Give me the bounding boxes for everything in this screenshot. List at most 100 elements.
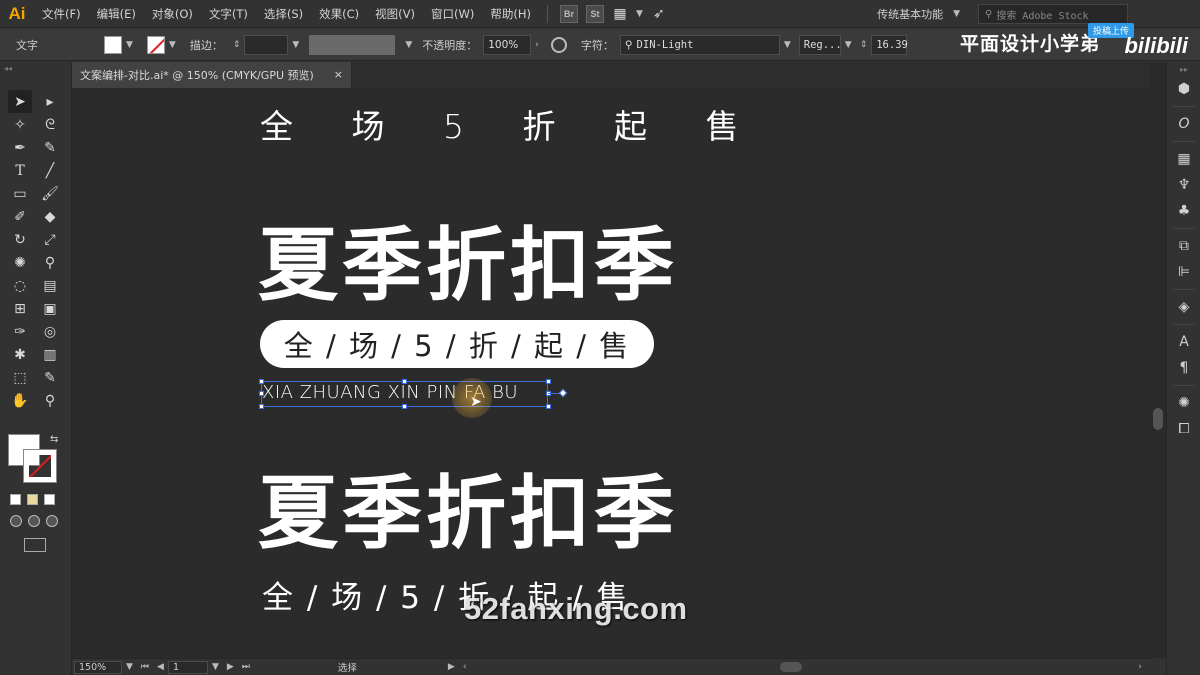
stroke-profile-field[interactable] (309, 34, 396, 55)
scroll-right-icon[interactable]: › (1138, 662, 1142, 672)
gradient-tool-icon[interactable]: ▣ (38, 297, 62, 320)
artboard-canvas[interactable]: 全 场 5 折 起 售 夏季折扣季 全 / 场 / 5 / 折 / 起 / 售 … (72, 88, 1150, 658)
magic-wand-tool-icon[interactable]: ✧ (8, 113, 32, 136)
lasso-tool-icon[interactable]: ᘓ (38, 113, 62, 136)
eyedropper-tool-icon[interactable]: ✑ (8, 320, 32, 343)
zoom-level-field[interactable]: 150% (74, 660, 122, 674)
menu-view[interactable]: 视图(V) (367, 0, 423, 28)
stroke-weight-field[interactable] (244, 34, 289, 55)
chevron-down-icon[interactable]: ▼ (126, 40, 133, 50)
zoom-tool-icon[interactable]: ⚲ (38, 389, 62, 412)
character-panel-icon[interactable]: A (1167, 329, 1200, 355)
menu-help[interactable]: 帮助(H) (482, 0, 539, 28)
menu-effect[interactable]: 效果(C) (311, 0, 367, 28)
stock-search-input[interactable]: ⚲ 搜索 Adobe Stock (978, 4, 1128, 24)
color-mode-icon[interactable] (10, 494, 21, 505)
close-icon[interactable]: × (334, 68, 343, 81)
stroke-color-box[interactable] (23, 449, 57, 483)
stroke-swatch[interactable] (146, 35, 165, 54)
headline-top[interactable]: 夏季折扣季 (258, 226, 678, 306)
direct-selection-tool-icon[interactable]: ▸ (38, 90, 62, 113)
chevron-right-icon[interactable]: › (535, 40, 539, 50)
artboards-panel-icon[interactable]: ⧠ (1167, 416, 1200, 442)
blend-tool-icon[interactable]: ◎ (38, 320, 62, 343)
perspective-grid-tool-icon[interactable]: ▤ (38, 274, 62, 297)
font-size-field[interactable]: 16.39 (871, 34, 908, 55)
swap-fill-stroke-icon[interactable]: ⇆ (50, 434, 58, 445)
stock-button[interactable]: St (585, 4, 604, 23)
vertical-scrollbar[interactable] (1150, 62, 1166, 658)
none-mode-icon[interactable] (44, 494, 55, 505)
swatches-panel-icon[interactable]: ▦ (1167, 146, 1200, 172)
rectangle-tool-icon[interactable]: ▭ (8, 182, 32, 205)
selection-handle[interactable] (546, 379, 551, 384)
panel-grip-icon[interactable]: ◂◂ (4, 64, 12, 73)
artboard-tool-icon[interactable]: ⬚ (8, 366, 32, 389)
menu-edit[interactable]: 编辑(E) (89, 0, 144, 28)
selection-handle[interactable] (259, 404, 264, 409)
chevron-down-icon[interactable]: ▼ (845, 40, 852, 50)
last-artboard-icon[interactable]: ⏭ (242, 662, 250, 672)
opacity-field[interactable]: 100% (483, 34, 532, 55)
type-tool-icon[interactable]: T (8, 159, 32, 182)
chevron-down-icon[interactable]: ▼ (405, 40, 412, 50)
mesh-tool-icon[interactable]: ⊞ (8, 297, 32, 320)
panel-grip-icon[interactable]: ▸▸ (1167, 62, 1200, 76)
text-line-top[interactable]: 全 场 5 折 起 售 (260, 100, 762, 148)
document-tab[interactable]: 文案编排-对比.ai* @ 150% (CMYK/GPU 预览) × (72, 62, 352, 88)
bridge-button[interactable]: Br (559, 4, 578, 23)
vertical-scroll-thumb[interactable] (1153, 408, 1163, 430)
selection-handle[interactable] (402, 404, 407, 409)
brushes-panel-icon[interactable]: ♆ (1167, 172, 1200, 198)
shape-builder-tool-icon[interactable]: ◌ (8, 274, 32, 297)
column-graph-tool-icon[interactable]: ▥ (38, 343, 62, 366)
chevron-down-icon[interactable]: ▼ (169, 40, 176, 50)
headline-bottom[interactable]: 夏季折扣季 (258, 474, 678, 554)
shaper-tool-icon[interactable]: ✐ (8, 205, 32, 228)
recolor-globe-icon[interactable] (550, 36, 567, 53)
warp-tool-icon[interactable]: ✺ (8, 251, 32, 274)
pill-text-block[interactable]: 全 / 场 / 5 / 折 / 起 / 售 (260, 320, 654, 368)
appearance-panel-icon[interactable]: O (1167, 111, 1200, 137)
stepper-icon[interactable]: ⇕ (860, 40, 868, 50)
menu-object[interactable]: 对象(O) (144, 0, 201, 28)
hand-tool-icon[interactable]: ✋ (8, 389, 32, 412)
font-style-field[interactable]: Reg... (798, 34, 842, 55)
font-family-field[interactable]: ⚲ DIN-Light (619, 34, 780, 55)
chevron-down-icon[interactable]: ▼ (212, 662, 219, 672)
transform-panel-icon[interactable]: ⧉ (1167, 233, 1200, 259)
puppet-warp-tool-icon[interactable]: ⚲ (38, 251, 62, 274)
symbols-panel-icon[interactable]: ♣ (1167, 198, 1200, 224)
gradient-mode-icon[interactable] (27, 494, 38, 505)
draw-inside-icon[interactable] (46, 515, 58, 527)
status-menu-icon[interactable]: ▶ (448, 662, 455, 672)
selection-tool-icon[interactable]: ➤ (8, 90, 32, 113)
menu-type[interactable]: 文字(T) (201, 0, 256, 28)
pen-tool-icon[interactable]: ✒ (8, 136, 32, 159)
libraries-panel-icon[interactable]: ⬢ (1167, 76, 1200, 102)
selection-handle[interactable] (259, 379, 264, 384)
next-artboard-icon[interactable]: ▶ (227, 662, 234, 672)
align-panel-icon[interactable]: ⊫ (1167, 259, 1200, 285)
text-type-widget[interactable] (558, 388, 568, 398)
chevron-down-icon[interactable]: ▼ (784, 40, 791, 50)
selection-handle[interactable] (402, 379, 407, 384)
first-artboard-icon[interactable]: ⏮ (141, 662, 149, 672)
chevron-down-icon[interactable]: ▼ (292, 40, 299, 50)
symbol-sprayer-tool-icon[interactable]: ✱ (8, 343, 32, 366)
workspace-switcher[interactable]: 传统基本功能 ▼ (877, 6, 964, 22)
chevron-down-icon[interactable]: ▼ (126, 662, 133, 672)
paragraph-panel-icon[interactable]: ¶ (1167, 355, 1200, 381)
selection-handle[interactable] (546, 404, 551, 409)
menu-window[interactable]: 窗口(W) (423, 0, 482, 28)
scroll-left-icon[interactable]: ‹ (463, 662, 467, 672)
menu-select[interactable]: 选择(S) (256, 0, 311, 28)
chevron-down-icon[interactable]: ▼ (636, 9, 643, 19)
artboard-number-field[interactable]: 1 (167, 660, 208, 674)
screen-mode-icon[interactable] (24, 538, 46, 552)
curvature-tool-icon[interactable]: ✎ (38, 136, 62, 159)
layers-panel-icon[interactable]: ◈ (1167, 294, 1200, 320)
stepper-icon[interactable]: ⇕ (233, 40, 241, 50)
horizontal-scroll-thumb[interactable] (780, 662, 802, 672)
scale-tool-icon[interactable]: ⤢ (38, 228, 62, 251)
